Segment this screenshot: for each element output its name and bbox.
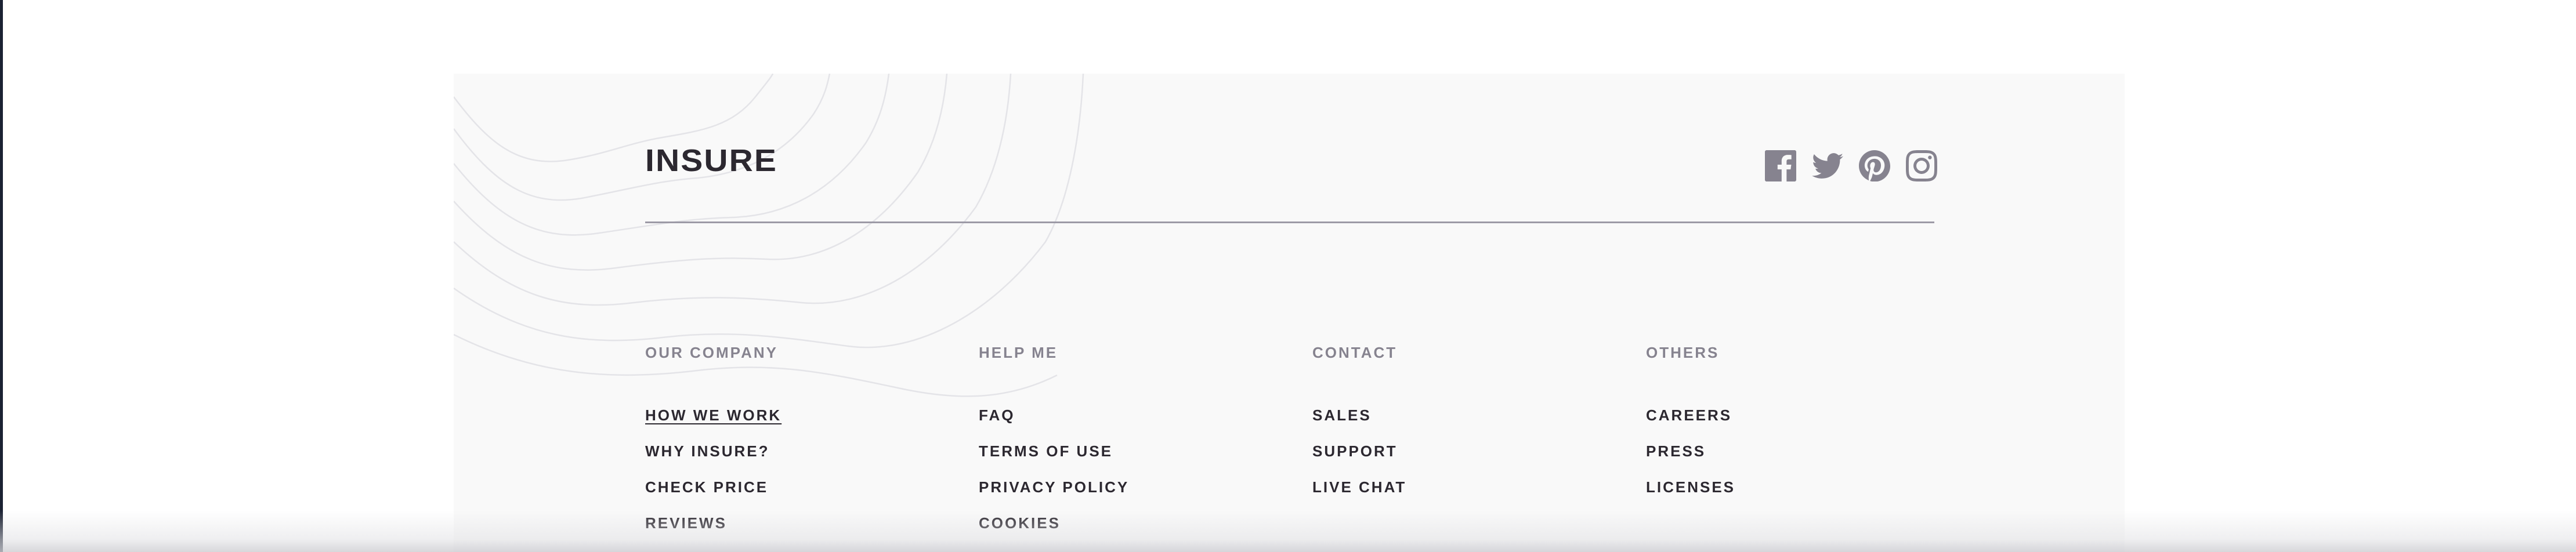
column-heading: OTHERS xyxy=(1646,344,1720,361)
link-list: CAREERS PRESS LICENSES xyxy=(1646,405,1735,513)
facebook-icon[interactable] xyxy=(1765,150,1796,181)
pinterest-icon[interactable] xyxy=(1859,150,1890,181)
link-press[interactable]: PRESS xyxy=(1646,441,1706,462)
link-how-we-work[interactable]: HOW WE WORK xyxy=(645,405,782,426)
window-edge xyxy=(0,0,3,552)
insure-logo[interactable]: INSURE xyxy=(645,143,779,178)
svg-text:INSURE: INSURE xyxy=(645,143,777,178)
social-links xyxy=(1765,148,1937,183)
page: INSURE OUR COMPANY HOW WE WORK WHY INSUR… xyxy=(0,0,2576,552)
link-sales[interactable]: SALES xyxy=(1312,405,1372,426)
link-reviews[interactable]: REVIEWS xyxy=(645,513,727,533)
column-heading: HELP ME xyxy=(979,344,1058,361)
footer-divider xyxy=(645,221,1934,223)
footer-column-our-company: OUR COMPANY HOW WE WORK WHY INSURE? CHEC… xyxy=(645,342,782,549)
link-support[interactable]: SUPPORT xyxy=(1312,441,1398,462)
column-heading: OUR COMPANY xyxy=(645,344,778,361)
link-check-price[interactable]: CHECK PRICE xyxy=(645,477,768,497)
link-terms-of-use[interactable]: TERMS OF USE xyxy=(979,441,1113,462)
link-careers[interactable]: CAREERS xyxy=(1646,405,1732,426)
link-cookies[interactable]: COOKIES xyxy=(979,513,1061,533)
link-list: FAQ TERMS OF USE PRIVACY POLICY COOKIES xyxy=(979,405,1129,549)
link-list: SALES SUPPORT LIVE CHAT xyxy=(1312,405,1406,513)
footer-column-others: OTHERS CAREERS PRESS LICENSES xyxy=(1646,342,1735,513)
link-list: HOW WE WORK WHY INSURE? CHECK PRICE REVI… xyxy=(645,405,782,549)
link-faq[interactable]: FAQ xyxy=(979,405,1015,426)
link-licenses[interactable]: LICENSES xyxy=(1646,477,1735,497)
instagram-icon[interactable] xyxy=(1906,150,1937,181)
footer-column-help-me: HELP ME FAQ TERMS OF USE PRIVACY POLICY … xyxy=(979,342,1129,549)
footer-column-contact: CONTACT SALES SUPPORT LIVE CHAT xyxy=(1312,342,1406,513)
twitter-icon[interactable] xyxy=(1812,150,1843,181)
link-live-chat[interactable]: LIVE CHAT xyxy=(1312,477,1406,497)
link-privacy-policy[interactable]: PRIVACY POLICY xyxy=(979,477,1129,497)
link-why-insure[interactable]: WHY INSURE? xyxy=(645,441,770,462)
column-heading: CONTACT xyxy=(1312,344,1398,361)
site-footer: INSURE OUR COMPANY HOW WE WORK WHY INSUR… xyxy=(454,74,2125,552)
